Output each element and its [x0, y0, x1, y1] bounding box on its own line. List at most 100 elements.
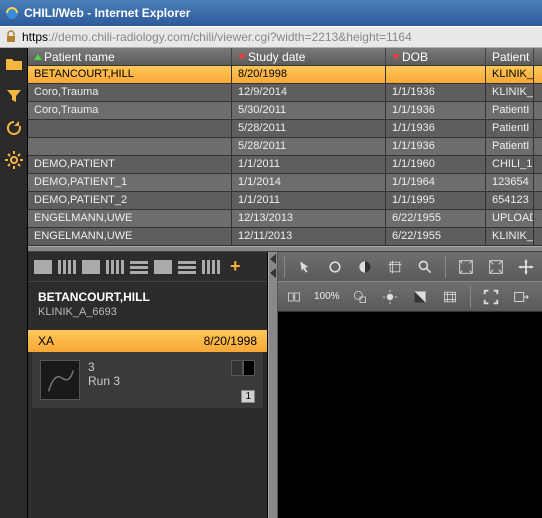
- pan-tool[interactable]: [516, 257, 536, 277]
- cell-patient: 123654: [486, 174, 534, 191]
- modality-label: XA: [38, 334, 54, 348]
- cell-dob: 6/22/1955: [386, 210, 486, 227]
- col-patient[interactable]: Patient: [486, 48, 534, 65]
- layout-1x1-button[interactable]: [34, 260, 52, 274]
- window-title: CHILI/Web - Internet Explorer: [24, 6, 190, 20]
- cine-tool[interactable]: [440, 287, 460, 307]
- cell-dob: 1/1/1964: [386, 174, 486, 191]
- fullscreen-tool[interactable]: [481, 287, 501, 307]
- layout-toolbar: +: [28, 252, 267, 282]
- fit-tool[interactable]: [456, 257, 476, 277]
- table-row[interactable]: BETANCOURT,HILL8/20/1998KLINIK_: [28, 66, 542, 84]
- actual-size-tool[interactable]: [486, 257, 506, 277]
- layout-half-button[interactable]: [82, 260, 100, 274]
- toolbar-separator: [470, 286, 471, 308]
- sort-desc-icon: [238, 54, 246, 60]
- table-row[interactable]: 5/28/20111/1/1936PatientI: [28, 120, 542, 138]
- cell-name: Coro,Trauma: [28, 84, 232, 101]
- table-row[interactable]: DEMO,PATIENT_21/1/20111/1/1995654123: [28, 192, 542, 210]
- zoom-tool[interactable]: [415, 257, 435, 277]
- cell-study_date: 1/1/2011: [232, 156, 386, 173]
- patient-name-label: BETANCOURT,HILL: [38, 290, 257, 304]
- table-row[interactable]: Coro,Trauma5/30/20111/1/1936PatientI: [28, 102, 542, 120]
- layout-cols-button[interactable]: [58, 260, 76, 274]
- table-row[interactable]: 5/28/20111/1/1936PatientI: [28, 138, 542, 156]
- lock-icon: [4, 30, 18, 44]
- layout-grid-button[interactable]: [106, 260, 124, 274]
- cell-study_date: 12/13/2013: [232, 210, 386, 227]
- add-layout-button[interactable]: +: [230, 256, 241, 277]
- cell-dob: 1/1/1936: [386, 84, 486, 101]
- cell-name: [28, 138, 232, 155]
- cell-patient: PatientI: [486, 138, 534, 155]
- cell-name: DEMO,PATIENT_2: [28, 192, 232, 209]
- refresh-icon[interactable]: [4, 118, 24, 138]
- series-panel: + BETANCOURT,HILL KLINIK_A_6693 XA 8/20/…: [28, 252, 268, 518]
- settings-icon[interactable]: [4, 150, 24, 170]
- table-row[interactable]: Coro,Trauma12/9/20141/1/1936KLINIK_: [28, 84, 542, 102]
- cell-name: DEMO,PATIENT_1: [28, 174, 232, 191]
- series-number: 3: [88, 360, 223, 374]
- series-header[interactable]: XA 8/20/1998: [28, 330, 267, 352]
- toolbar-separator: [284, 256, 285, 278]
- crop-tool[interactable]: [385, 257, 405, 277]
- patient-info: BETANCOURT,HILL KLINIK_A_6693: [28, 282, 267, 330]
- left-toolbar: [0, 48, 28, 518]
- cell-name: BETANCOURT,HILL: [28, 66, 232, 83]
- cell-study_date: 8/20/1998: [232, 66, 386, 83]
- patient-table: Patient name Study date DOB Patient BETA…: [28, 48, 542, 246]
- series-date-label: 8/20/1998: [204, 334, 257, 348]
- url-scheme: https: [22, 30, 48, 44]
- cell-study_date: 12/11/2013: [232, 228, 386, 245]
- thumbnail-meta: 3 Run 3: [88, 360, 223, 388]
- sort-desc-icon: [392, 54, 400, 60]
- cell-dob: [386, 66, 486, 83]
- collapse-left-icon[interactable]: [270, 254, 276, 264]
- layout-thin-button[interactable]: [202, 260, 220, 274]
- cell-name: ENGELMANN,UWE: [28, 210, 232, 227]
- series-thumbnail-row[interactable]: 3 Run 3 1: [32, 352, 263, 408]
- col-patient-name[interactable]: Patient name: [28, 48, 232, 65]
- contrast-tool[interactable]: [355, 257, 375, 277]
- layout-wide-button[interactable]: [154, 260, 172, 274]
- circle-tool[interactable]: [325, 257, 345, 277]
- invert-tool[interactable]: [410, 287, 430, 307]
- cell-name: Coro,Trauma: [28, 102, 232, 119]
- cell-patient: KLINIK_: [486, 84, 534, 101]
- table-row[interactable]: ENGELMANN,UWE12/13/20136/22/1955UPLOAD: [28, 210, 542, 228]
- table-header: Patient name Study date DOB Patient: [28, 48, 542, 66]
- cell-patient: KLINIK_: [486, 228, 534, 245]
- table-row[interactable]: ENGELMANN,UWE12/11/20136/22/1955KLINIK_: [28, 228, 542, 246]
- table-row[interactable]: DEMO,PATIENT1/1/20111/1/1960CHILI_1: [28, 156, 542, 174]
- table-row[interactable]: DEMO,PATIENT_11/1/20141/1/1964123654: [28, 174, 542, 192]
- filter-icon[interactable]: [4, 86, 24, 106]
- col-study-date[interactable]: Study date: [232, 48, 386, 65]
- address-bar[interactable]: https://demo.chili-radiology.com/chili/v…: [0, 26, 542, 48]
- pointer-tool[interactable]: [295, 257, 315, 277]
- cell-name: [28, 120, 232, 137]
- series-thumbnail[interactable]: [40, 360, 80, 400]
- cell-study_date: 1/1/2011: [232, 192, 386, 209]
- cell-patient: CHILI_1: [486, 156, 534, 173]
- collapse-left-icon[interactable]: [270, 268, 276, 278]
- window-titlebar: CHILI/Web - Internet Explorer: [0, 0, 542, 26]
- url-rest: ://demo.chili-radiology.com/chili/viewer…: [48, 30, 412, 44]
- layout-rows-button[interactable]: [130, 260, 148, 274]
- brightness-tool[interactable]: [380, 287, 400, 307]
- zoom-region-tool[interactable]: [350, 287, 370, 307]
- cell-dob: 1/1/1960: [386, 156, 486, 173]
- scroll-link-tool[interactable]: [284, 287, 304, 307]
- col-dob[interactable]: DOB: [386, 48, 486, 65]
- cell-dob: 1/1/1995: [386, 192, 486, 209]
- image-canvas[interactable]: [278, 312, 542, 518]
- viewer-toolbar-1: [278, 252, 542, 282]
- cell-dob: 6/22/1955: [386, 228, 486, 245]
- cell-patient: PatientI: [486, 120, 534, 137]
- folder-icon[interactable]: [4, 54, 24, 74]
- toolbar-separator: [445, 256, 446, 278]
- export-tool[interactable]: [511, 287, 531, 307]
- cell-patient: PatientI: [486, 102, 534, 119]
- layout-stack-button[interactable]: [178, 260, 196, 274]
- vertical-splitter[interactable]: [268, 252, 278, 518]
- cell-study_date: 5/28/2011: [232, 120, 386, 137]
